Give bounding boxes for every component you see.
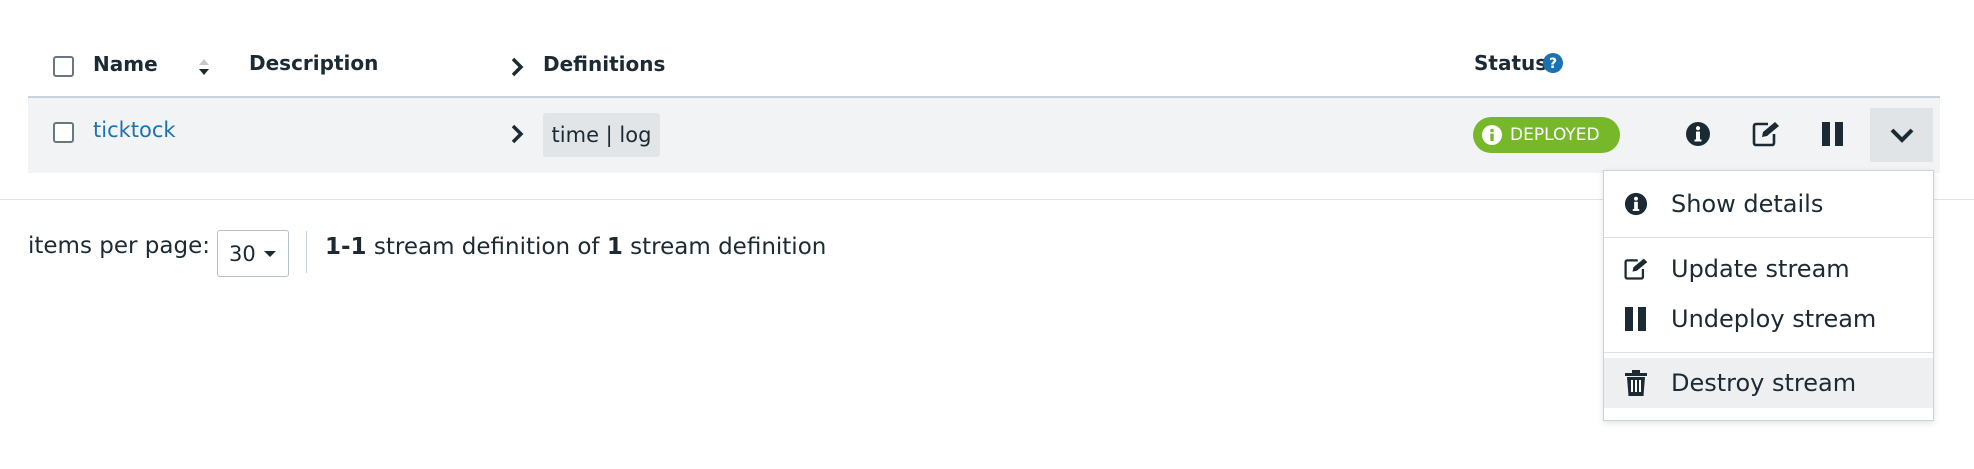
pagination-mid-text: stream definition of (373, 234, 600, 260)
items-per-page-select[interactable]: 30 (217, 230, 289, 277)
trash-icon (1623, 370, 1649, 396)
column-header-description: Description (249, 51, 379, 75)
menu-item-show-details[interactable]: Show details (1604, 179, 1933, 229)
stream-definition-text: time | log (551, 123, 652, 147)
info-circle-icon (1686, 122, 1710, 146)
items-per-page-value: 30 (229, 241, 256, 266)
menu-item-update-stream[interactable]: Update stream (1604, 244, 1933, 294)
edit-icon (1623, 256, 1649, 282)
menu-item-label: Update stream (1671, 255, 1850, 283)
pause-icon (1623, 306, 1649, 332)
menu-item-label: Destroy stream (1671, 369, 1857, 397)
pagination-range: 1-1 (325, 234, 367, 260)
svg-text:?: ? (1549, 56, 1557, 72)
menu-item-label: Undeploy stream (1671, 305, 1877, 333)
column-header-name[interactable]: Name (93, 52, 158, 76)
menu-item-label: Show details (1671, 190, 1824, 218)
menu-item-destroy-stream[interactable]: Destroy stream (1604, 358, 1933, 408)
sort-icon[interactable] (197, 56, 211, 78)
stream-name-link[interactable]: ticktock (93, 118, 176, 142)
status-badge: DEPLOYED (1473, 117, 1620, 153)
chevron-right-icon[interactable] (509, 123, 525, 145)
show-details-button[interactable] (1668, 107, 1728, 161)
chevron-right-icon[interactable] (509, 56, 525, 78)
help-icon[interactable]: ? (1543, 53, 1563, 73)
column-header-status: Status (1474, 51, 1548, 75)
row-checkbox[interactable] (53, 122, 74, 143)
more-actions-button[interactable] (1870, 108, 1933, 162)
chevron-down-icon (1890, 128, 1913, 143)
info-circle-icon (1623, 191, 1649, 217)
caret-down-icon (263, 250, 276, 257)
row-actions-menu: Show details Update stream Undeploy stre… (1603, 170, 1934, 421)
pagination-divider (306, 231, 307, 273)
undeploy-stream-button[interactable] (1803, 107, 1863, 161)
table-row (28, 98, 1940, 173)
menu-item-undeploy-stream[interactable]: Undeploy stream (1604, 294, 1933, 344)
menu-divider (1604, 352, 1933, 353)
items-per-page-label: items per page: (28, 233, 210, 259)
pagination-tail-text: stream definition (630, 234, 827, 260)
pause-icon (1822, 122, 1843, 146)
status-badge-label: DEPLOYED (1510, 125, 1600, 145)
pagination-summary: 1-1 stream definition of 1 stream defini… (325, 234, 826, 260)
column-header-definitions: Definitions (543, 52, 666, 76)
stream-definition: time | log (543, 113, 660, 157)
update-stream-button[interactable] (1736, 107, 1796, 161)
info-circle-icon (1482, 125, 1502, 145)
pagination-total: 1 (606, 234, 623, 260)
menu-divider (1604, 237, 1933, 238)
edit-icon (1752, 122, 1779, 147)
select-all-checkbox[interactable] (53, 56, 74, 77)
